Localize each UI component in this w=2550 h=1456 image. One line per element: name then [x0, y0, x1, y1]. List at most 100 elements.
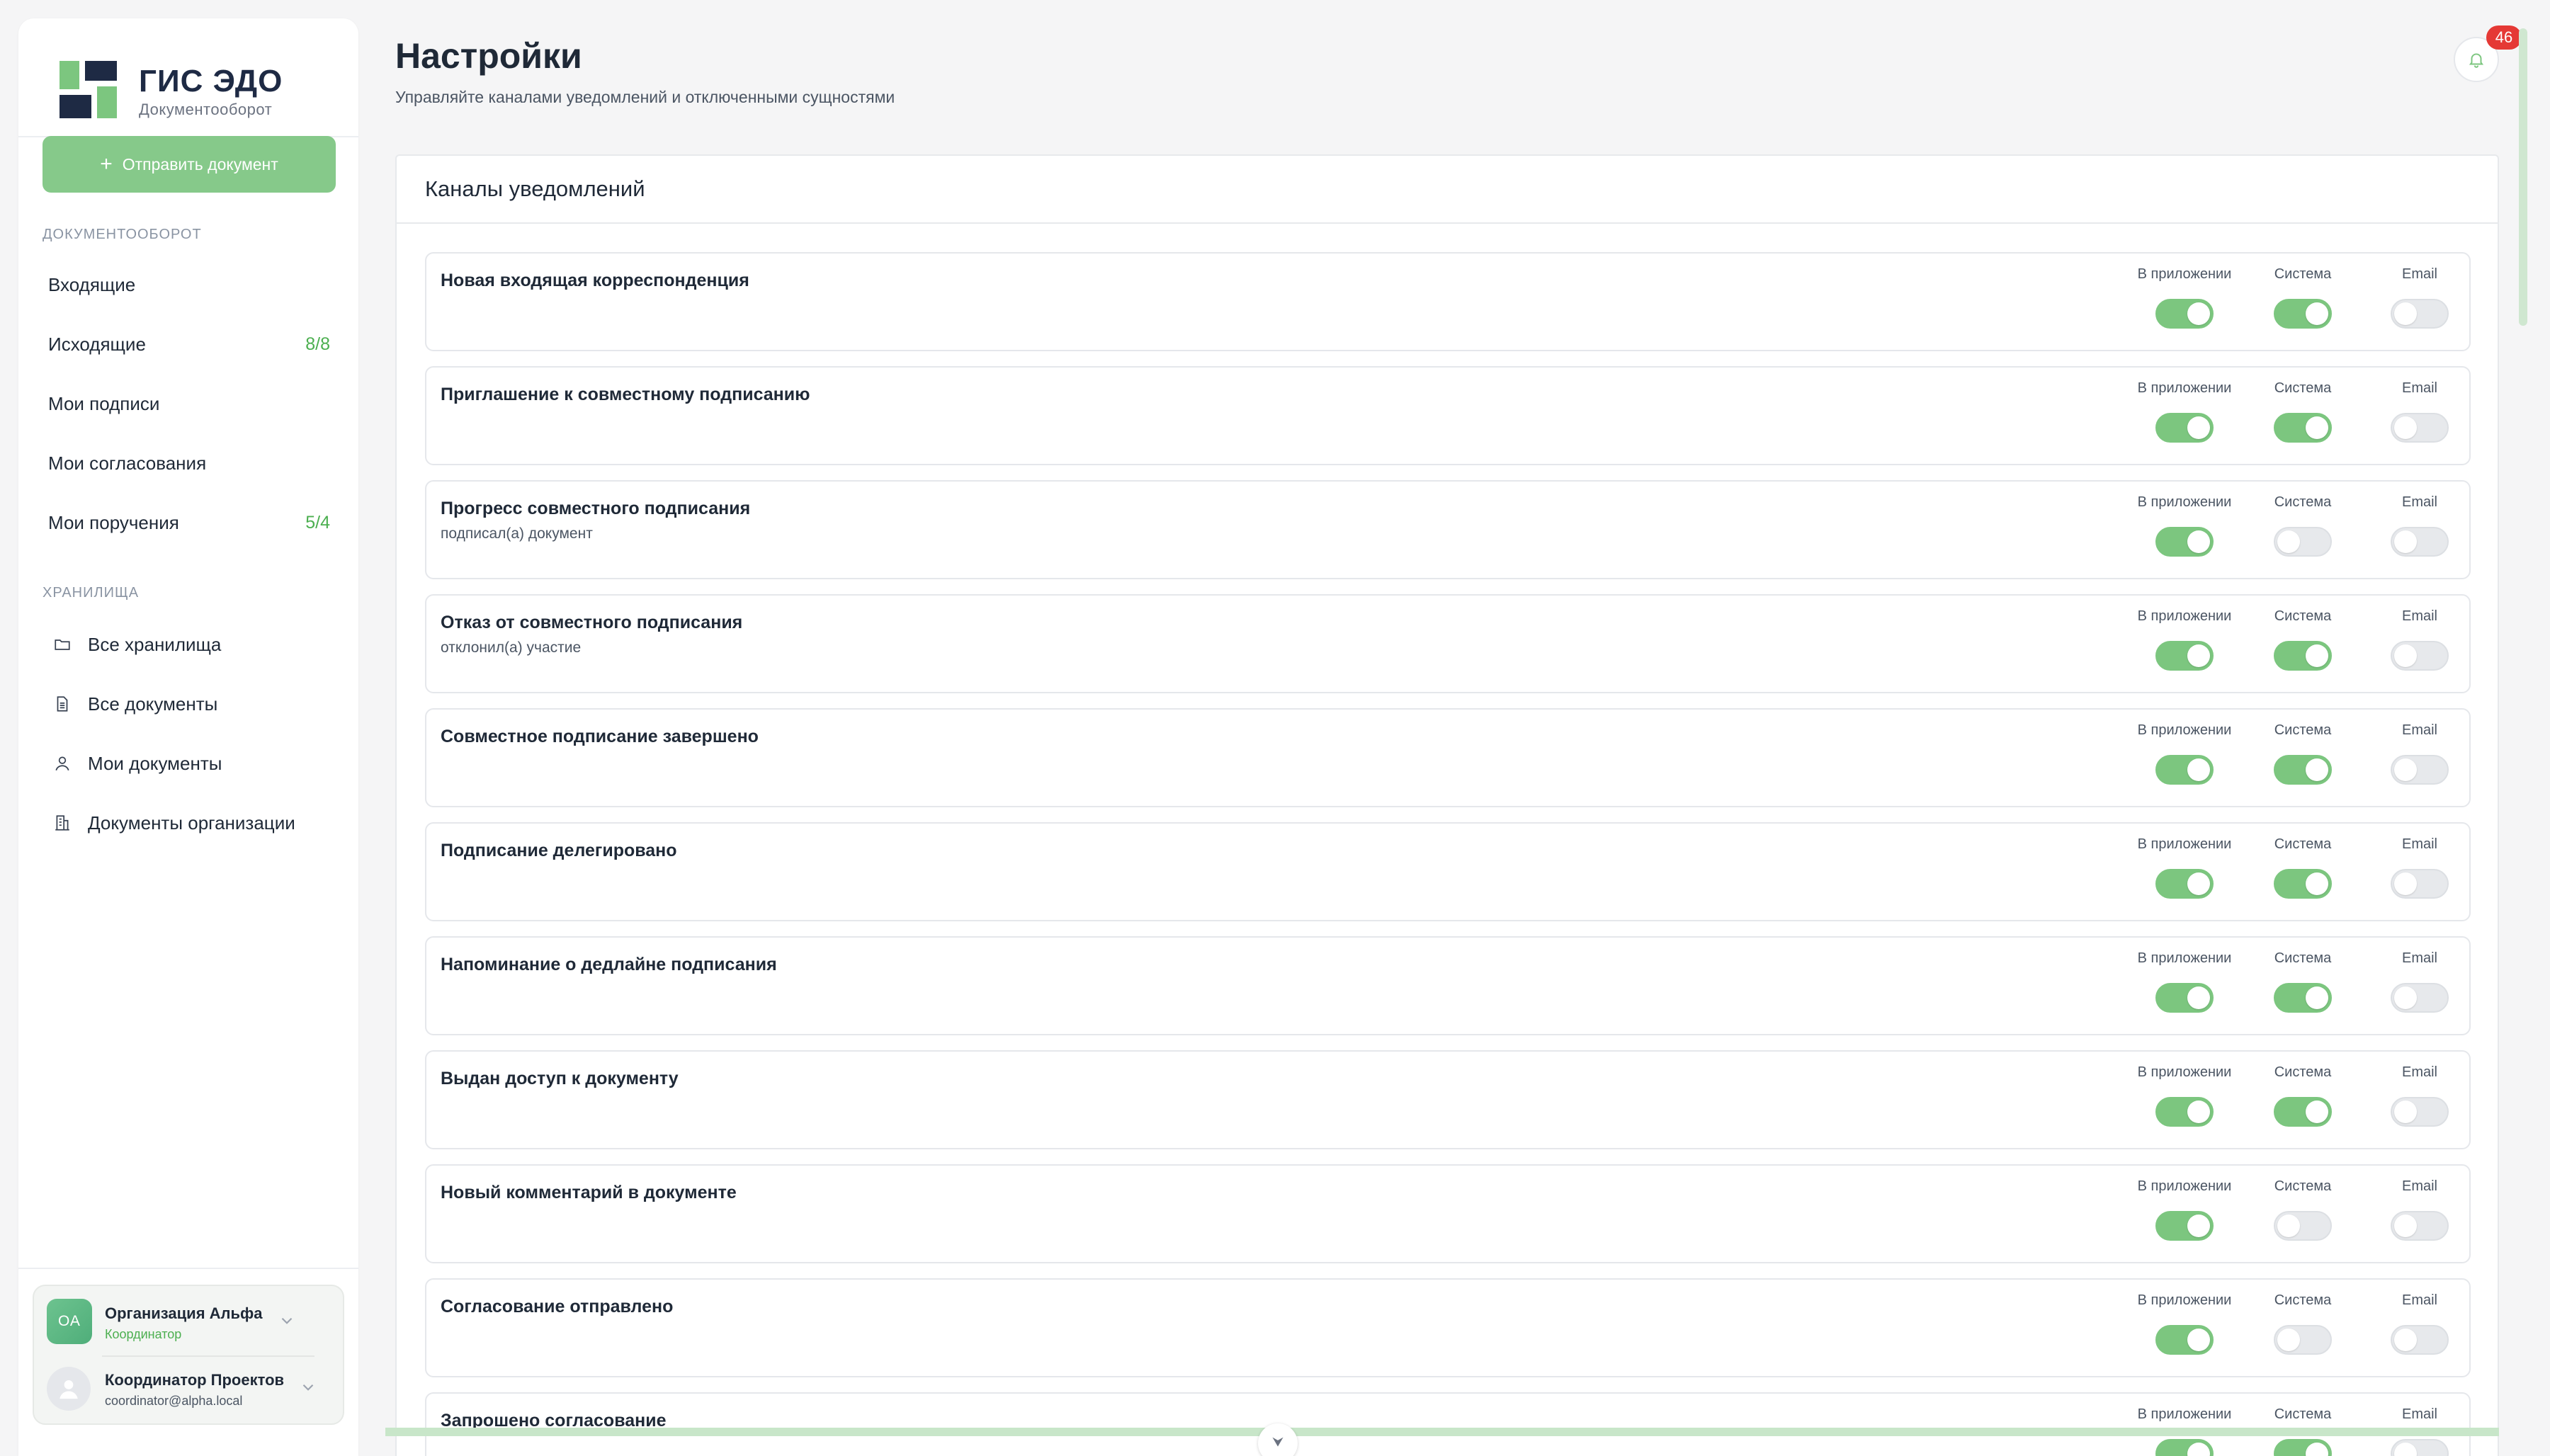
toggle-email[interactable] [2391, 755, 2449, 785]
toggle-knob [2187, 302, 2210, 325]
send-document-button[interactable]: + Отправить документ [42, 136, 336, 193]
toggle-system[interactable] [2274, 755, 2332, 785]
channel-label: В приложении [2137, 1178, 2232, 1194]
sidebar-item-all-documents[interactable]: Все документы [42, 677, 336, 731]
sidebar-item-outgoing[interactable]: Исходящие 8/8 [42, 317, 336, 371]
toggle-knob [2394, 872, 2417, 895]
toggle-system[interactable] [2274, 641, 2332, 671]
notification-title: Отказ от совместного подписания [441, 613, 743, 632]
toggle-knob [2394, 530, 2417, 553]
notification-count-badge: 46 [2486, 25, 2522, 50]
toggle-system[interactable] [2274, 983, 2332, 1013]
toggle-knob [2394, 1100, 2417, 1123]
sidebar-item-inbox[interactable]: Входящие [42, 258, 336, 312]
toggle-knob [2394, 1215, 2417, 1237]
toggle-system[interactable] [2274, 1211, 2332, 1241]
toggle-email[interactable] [2391, 983, 2449, 1013]
toggle-system[interactable] [2274, 1439, 2332, 1456]
channel-label: Система [2274, 494, 2332, 510]
channel-email: Email [2356, 494, 2483, 572]
toggle-in-app[interactable] [2155, 1097, 2214, 1127]
chevron-down-icon [281, 1317, 293, 1324]
toggle-in-app[interactable] [2155, 527, 2214, 557]
channel-in-app: В приложении [2121, 494, 2248, 572]
toggle-email[interactable] [2391, 1325, 2449, 1355]
toggle-email[interactable] [2391, 869, 2449, 899]
organization-switcher[interactable]: ОА Организация Альфа Координатор [47, 1299, 330, 1346]
toggle-in-app[interactable] [2155, 413, 2214, 443]
notification-row: Приглашение к совместному подписанию В пр… [425, 366, 2471, 465]
channel-label: Система [2274, 1178, 2332, 1194]
toggle-system[interactable] [2274, 1325, 2332, 1355]
notification-row: Совместное подписание завершено В приложе… [425, 708, 2471, 807]
notification-title: Напоминание о дедлайне подписания [441, 955, 777, 974]
divider [18, 1268, 358, 1269]
toggle-system[interactable] [2274, 527, 2332, 557]
toggle-knob [2394, 1443, 2417, 1456]
toggle-email[interactable] [2391, 527, 2449, 557]
channel-label: В приложении [2137, 1406, 2232, 1422]
toggle-in-app[interactable] [2155, 869, 2214, 899]
toggle-in-app[interactable] [2155, 755, 2214, 785]
vertical-scrollbar[interactable] [2519, 28, 2527, 326]
toggle-in-app[interactable] [2155, 641, 2214, 671]
toggle-in-app[interactable] [2155, 1439, 2214, 1456]
channel-email: Email [2356, 380, 2483, 458]
channel-label: В приложении [2137, 950, 2232, 966]
toggle-system[interactable] [2274, 413, 2332, 443]
sidebar: ГИС ЭДО Документооборот + Отправить доку… [18, 18, 358, 1456]
toggle-email[interactable] [2391, 413, 2449, 443]
folder-icon [52, 635, 72, 654]
channel-label: Email [2401, 1406, 2437, 1422]
bell-icon [2469, 53, 2484, 68]
user-icon [52, 753, 72, 773]
section-label-storage: ХРАНИЛИЩА [42, 585, 140, 601]
toggle-knob [2187, 530, 2210, 553]
toggle-knob [2306, 644, 2328, 667]
user-menu[interactable]: Координатор Проектов coordinator@alpha.l… [47, 1365, 330, 1412]
sidebar-item-my-tasks[interactable]: Мои поручения 5/4 [42, 496, 336, 550]
toggle-email[interactable] [2391, 299, 2449, 329]
sidebar-item-org-documents[interactable]: Документы организации [42, 796, 336, 850]
toggle-email[interactable] [2391, 641, 2449, 671]
sidebar-item-label: Мои документы [88, 752, 222, 774]
notification-title: Приглашение к совместному подписанию [441, 385, 810, 404]
toggle-email[interactable] [2391, 1439, 2449, 1456]
sidebar-item-my-approvals[interactable]: Мои согласования [42, 436, 336, 490]
toggle-knob [2187, 1215, 2210, 1237]
sidebar-item-all-storages[interactable]: Все хранилища [42, 618, 336, 671]
toggle-email[interactable] [2391, 1097, 2449, 1127]
toggle-system[interactable] [2274, 1097, 2332, 1127]
toggle-in-app[interactable] [2155, 299, 2214, 329]
sidebar-item-label: Мои согласования [48, 452, 207, 474]
plus-icon: + [100, 152, 113, 176]
sidebar-item-my-signatures[interactable]: Мои подписи [42, 377, 336, 431]
horizontal-scrollbar[interactable] [385, 1428, 2499, 1436]
toggle-in-app[interactable] [2155, 983, 2214, 1013]
channel-label: В приложении [2137, 1292, 2232, 1308]
toggle-knob [2394, 1329, 2417, 1351]
sidebar-item-my-documents[interactable]: Мои документы [42, 736, 336, 790]
toggle-knob [2306, 302, 2328, 325]
org-name: Организация Альфа [105, 1304, 263, 1322]
channel-label: Email [2401, 494, 2437, 510]
toggle-system[interactable] [2274, 869, 2332, 899]
channel-label: В приложении [2137, 608, 2232, 624]
channel-in-app: В приложении [2121, 608, 2248, 686]
toggle-email[interactable] [2391, 1211, 2449, 1241]
toggle-in-app[interactable] [2155, 1211, 2214, 1241]
account-card: ОА Организация Альфа Координатор Координ… [33, 1285, 344, 1425]
channel-in-app: В приложении [2121, 722, 2248, 800]
channel-label: Email [2401, 1178, 2437, 1194]
channel-system: Система [2239, 950, 2367, 1028]
toggle-in-app[interactable] [2155, 1325, 2214, 1355]
brand[interactable]: ГИС ЭДО Документооборот [42, 42, 340, 118]
brand-logo [60, 61, 117, 118]
brand-subtitle: Документооборот [139, 101, 273, 118]
channel-in-app: В приложении [2121, 950, 2248, 1028]
avatar [47, 1367, 91, 1411]
toggle-system[interactable] [2274, 299, 2332, 329]
channel-system: Система [2239, 836, 2367, 914]
channel-label: Email [2401, 836, 2437, 852]
channel-system: Система [2239, 380, 2367, 458]
